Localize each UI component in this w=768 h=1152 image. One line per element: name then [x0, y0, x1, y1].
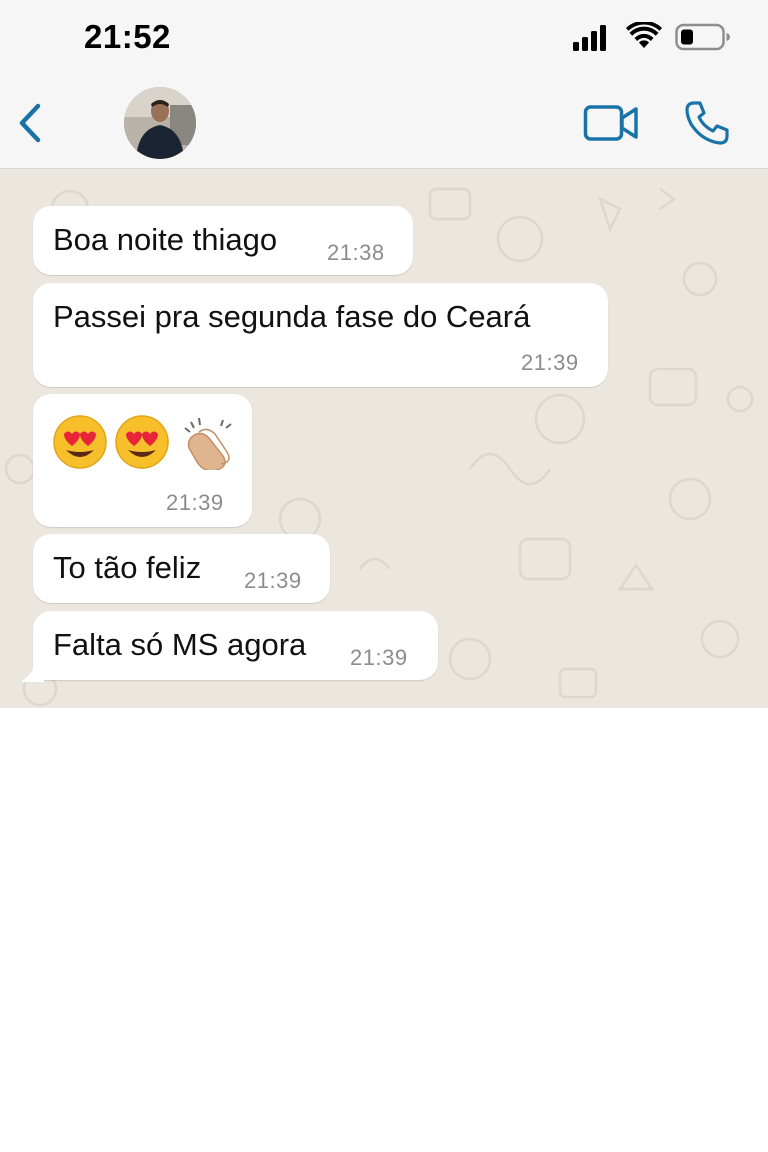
message-time: 21:39 [521, 350, 579, 375]
chevron-left-icon[interactable] [14, 102, 48, 144]
clapping-hands-emoji-icon [184, 417, 232, 472]
message-bubble[interactable]: To tão feliz 21:39 [33, 534, 330, 603]
contact-avatar[interactable] [124, 87, 196, 159]
message-time: 21:39 [166, 490, 224, 515]
message-time: 21:39 [244, 568, 302, 593]
bubble-tail [20, 660, 44, 682]
status-time: 21:52 [84, 18, 171, 55]
cellular-signal-icon [573, 25, 606, 51]
message-bubble[interactable]: Boa noite thiago 21:38 [33, 206, 413, 275]
status-bar: 21:52 [0, 0, 768, 76]
message-bubble[interactable]: 21:39 [33, 394, 252, 527]
message-time: 21:39 [350, 645, 408, 670]
heart-eyes-emoji-icon [115, 415, 169, 469]
message-bubble[interactable]: Falta só MS agora 21:39 [33, 611, 438, 680]
emoji-row [53, 414, 243, 472]
whatsapp-chat-screen: 21:52 Boa noite thiago 21:38 Passei pra … [0, 0, 768, 1152]
battery-low-icon [675, 23, 730, 51]
chat-header [0, 76, 768, 169]
message-text: Falta só MS agora [53, 627, 307, 662]
message-bubble[interactable]: Passei pra segunda fase do Ceará 21:39 [33, 283, 608, 387]
message-time: 21:38 [327, 240, 385, 265]
wifi-icon [626, 22, 662, 48]
message-text: To tão feliz [53, 550, 202, 585]
message-text: Passei pra segunda fase do Ceará [53, 299, 531, 334]
phone-icon[interactable] [684, 100, 730, 146]
video-camera-icon[interactable] [583, 104, 639, 142]
heart-eyes-emoji-icon [53, 415, 107, 469]
emoji-reactions [53, 415, 232, 472]
message-text: Boa noite thiago [53, 222, 278, 257]
avatar-photo [124, 87, 196, 159]
